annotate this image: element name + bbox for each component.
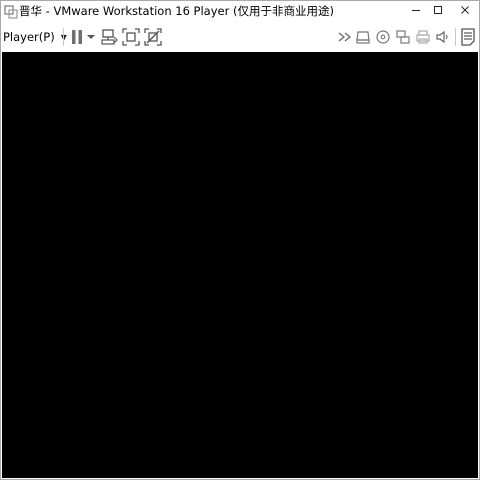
- minimize-button[interactable]: [405, 1, 427, 21]
- network-adapter-icon: [395, 29, 411, 45]
- pause-dropdown-button[interactable]: [85, 27, 97, 47]
- message-log-button[interactable]: [458, 27, 478, 47]
- close-button[interactable]: [454, 1, 476, 21]
- maximize-icon: [433, 5, 443, 18]
- pause-icon: [69, 28, 85, 46]
- printer-button[interactable]: [413, 27, 433, 47]
- removable-device-button[interactable]: [353, 27, 373, 47]
- vm-display[interactable]: [2, 52, 478, 478]
- unity-icon: [144, 28, 162, 46]
- close-icon: [460, 5, 470, 18]
- sound-button[interactable]: [433, 27, 453, 47]
- fast-forward-icon: [337, 31, 353, 43]
- toolbar-separator: [63, 28, 64, 46]
- send-ctrl-alt-del-icon: [100, 28, 118, 46]
- vmware-player-window: 晋华 - VMware Workstation 16 Player (仅用于非商…: [0, 0, 480, 480]
- message-log-icon: [460, 28, 476, 46]
- title-bar[interactable]: 晋华 - VMware Workstation 16 Player (仅用于非商…: [1, 1, 479, 22]
- fit-guest-icon: [122, 28, 140, 46]
- removable-devices-icon: [355, 29, 371, 45]
- cd-dvd-button[interactable]: [373, 27, 393, 47]
- send-ctrl-alt-del-button[interactable]: [99, 27, 119, 47]
- player-menu-button[interactable]: Player(P) ▼: [3, 27, 67, 47]
- pause-button[interactable]: [67, 27, 87, 47]
- printer-icon: [415, 29, 431, 45]
- maximize-button[interactable]: [427, 1, 449, 21]
- player-menu-label: Player(P): [3, 30, 55, 44]
- minimize-icon: [411, 5, 421, 18]
- window-title: 晋华 - VMware Workstation 16 Player (仅用于非商…: [19, 4, 334, 18]
- vmware-app-icon: [4, 4, 18, 19]
- cd-dvd-icon: [375, 29, 391, 45]
- network-adapter-button[interactable]: [393, 27, 413, 47]
- sound-icon: [435, 29, 451, 45]
- fit-guest-button[interactable]: [121, 27, 141, 47]
- dropdown-caret-icon: [87, 34, 95, 40]
- player-toolbar: Player(P) ▼: [1, 22, 479, 52]
- more-devices-button[interactable]: [335, 27, 355, 47]
- toolbar-separator-right: [455, 28, 456, 46]
- unity-button[interactable]: [143, 27, 163, 47]
